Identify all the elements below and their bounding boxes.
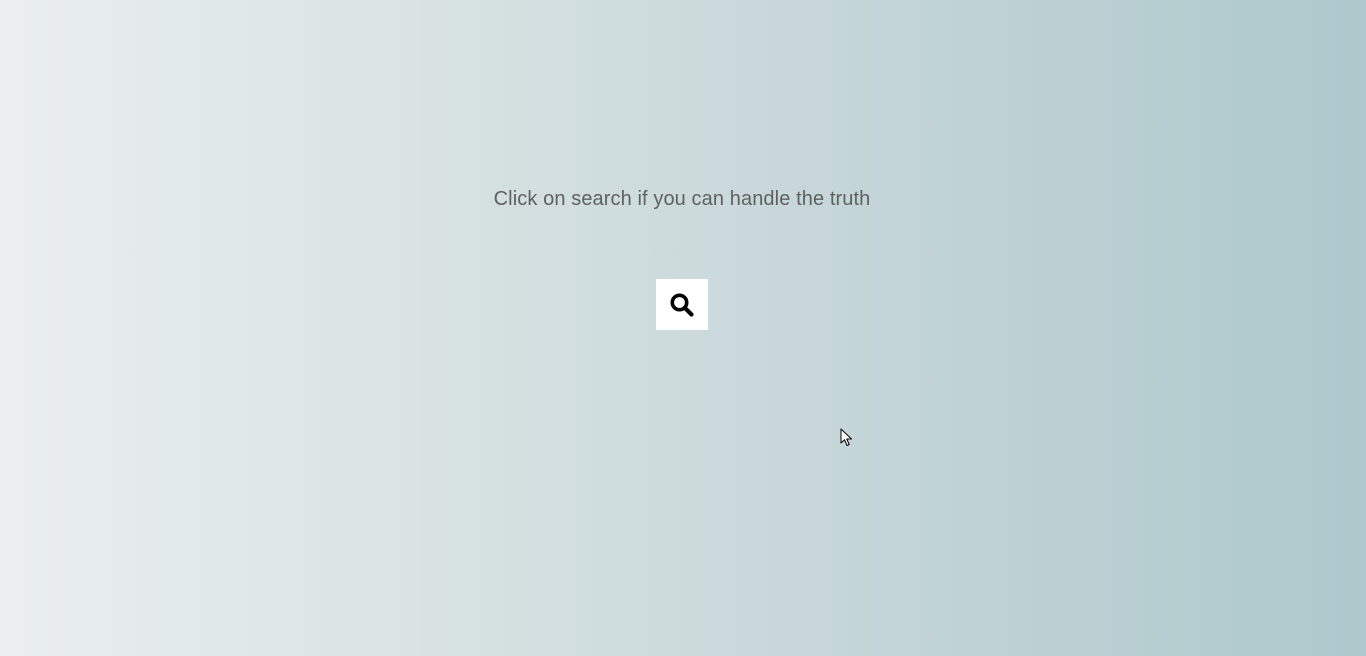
search-icon <box>670 293 694 317</box>
prompt-text: Click on search if you can handle the tr… <box>493 188 871 210</box>
mouse-cursor-icon <box>840 428 852 446</box>
landing-page: Click on search if you can handle the tr… <box>0 0 1366 656</box>
search-button[interactable] <box>656 279 708 330</box>
